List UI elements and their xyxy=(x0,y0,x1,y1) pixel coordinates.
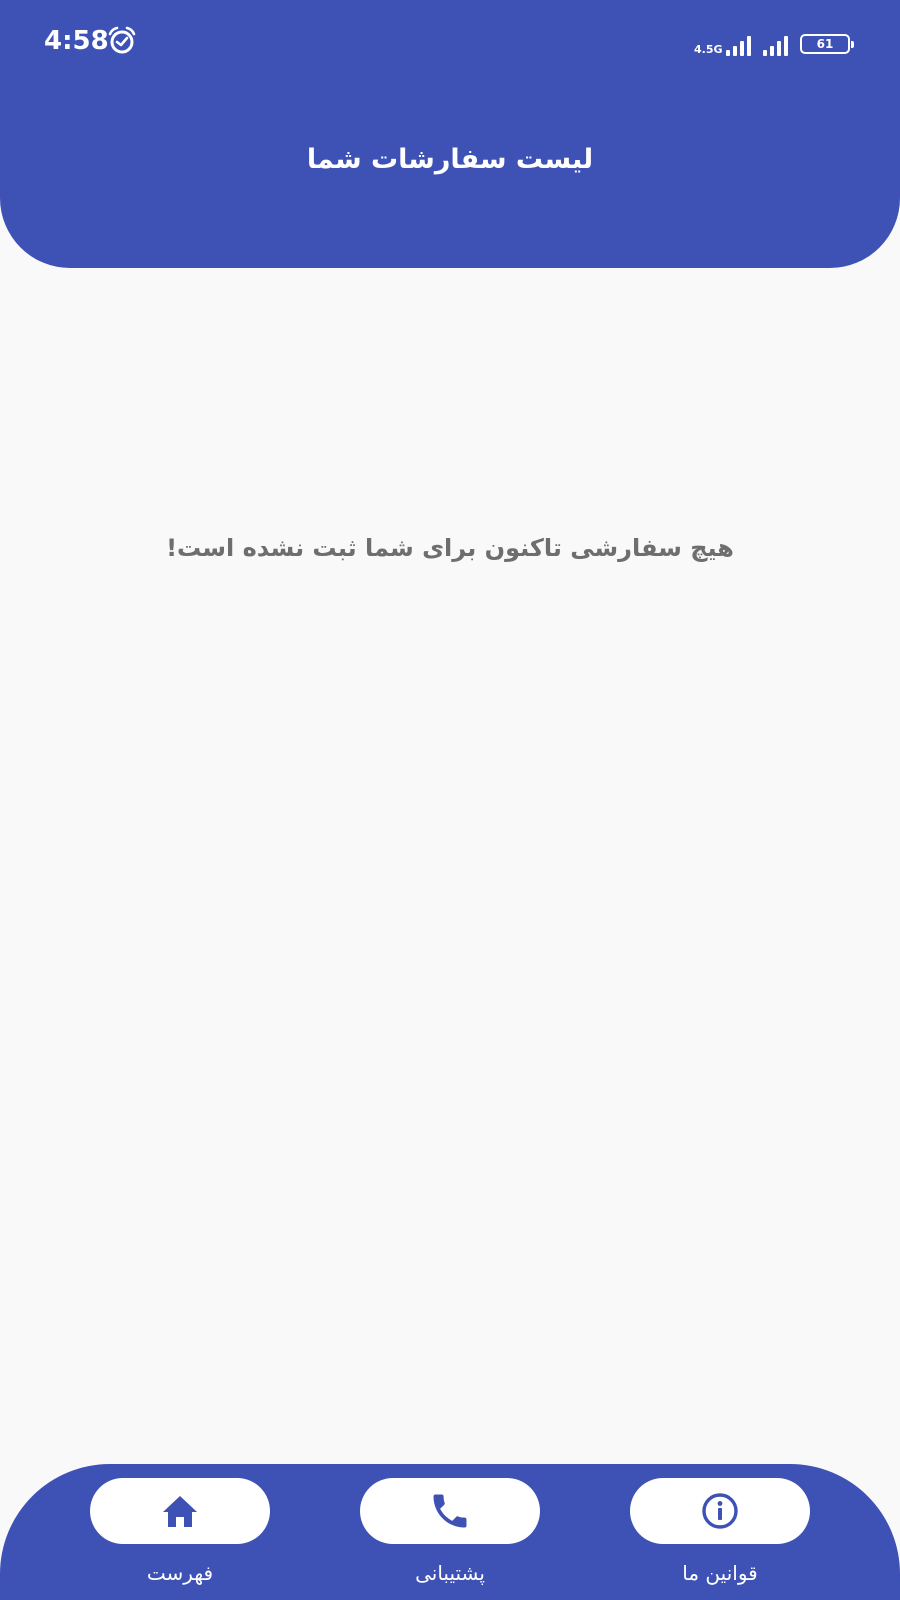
nav-label-support: پشتیبانی xyxy=(415,1561,485,1585)
nav-label-rules: قوانین ما xyxy=(682,1561,758,1585)
battery-icon: 61 xyxy=(800,34,854,54)
home-icon xyxy=(163,1496,197,1527)
phone-icon xyxy=(433,1494,467,1528)
home-button[interactable] xyxy=(90,1478,270,1544)
page-title: لیست سفارشات شما xyxy=(306,144,594,175)
bottom-navigation: فهرست پشتیبانی قوانین ما xyxy=(0,1464,900,1600)
nav-item-home[interactable]: فهرست xyxy=(90,1478,270,1588)
status-time: 4:58 xyxy=(44,26,109,56)
app-header: 4:58 4.5G 61 لیست سفارشات شما xyxy=(0,0,900,268)
support-button[interactable] xyxy=(360,1478,540,1544)
signal-strength-icon-2 xyxy=(763,34,788,56)
orders-screen: 4:58 4.5G 61 لیست سفارشات شما هیچ سفارشی… xyxy=(0,0,900,1600)
signal-strength-icon xyxy=(726,34,751,56)
nav-item-rules[interactable]: قوانین ما xyxy=(630,1478,810,1588)
rules-button[interactable] xyxy=(630,1478,810,1544)
info-icon xyxy=(702,1493,738,1529)
status-indicators: 4.5G 61 xyxy=(694,26,854,56)
nav-label-home: فهرست xyxy=(146,1561,214,1585)
network-type-label: 4.5G xyxy=(694,43,723,56)
status-bar: 4:58 4.5G 61 xyxy=(0,0,900,84)
nav-item-support[interactable]: پشتیبانی xyxy=(360,1478,540,1588)
empty-orders-message: هیچ سفارشی تاکنون برای شما ثبت نشده است! xyxy=(166,534,734,562)
battery-level: 61 xyxy=(816,37,834,51)
alarm-clock-icon xyxy=(108,26,136,54)
